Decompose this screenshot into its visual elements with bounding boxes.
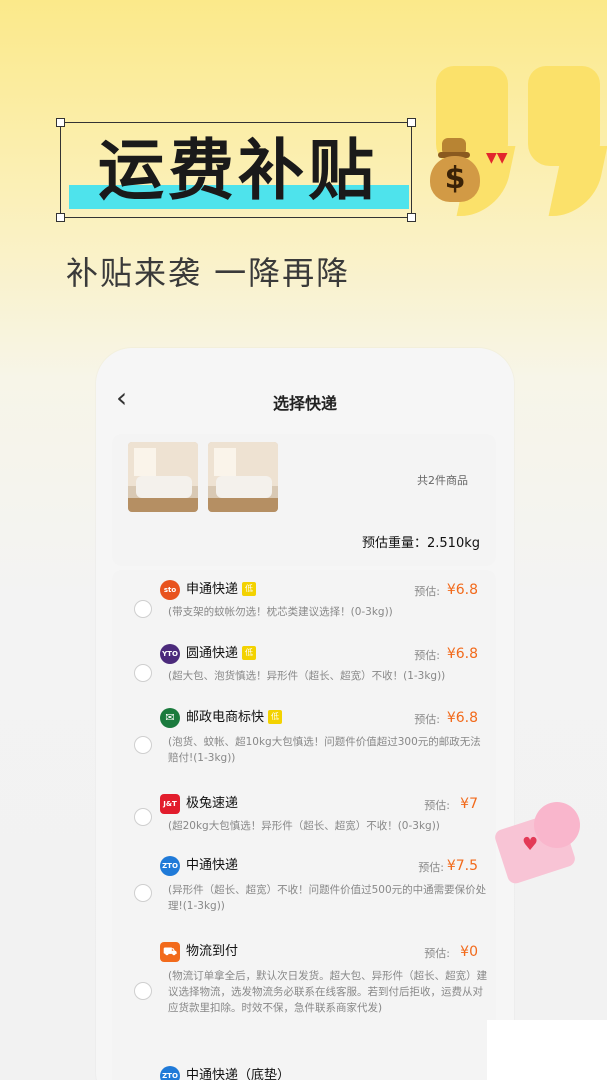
love-letter-scroll-decoration: ♥ [490,800,584,890]
estimate-label: 预估: [424,799,450,812]
carrier-price: ¥7.5 [446,858,478,874]
estimated-weight: 预估重量：2.510kg [362,536,480,551]
yto-logo-icon: YTO [160,644,180,664]
carrier-name: 物流到付 [186,944,239,959]
carrier-radio[interactable] [134,736,152,754]
quote-mark-decoration [528,66,607,216]
carrier-name: 邮政电商标快 [186,710,265,725]
carrier-radio[interactable] [134,884,152,902]
carrier-name: 中通快递（底垫） [186,1068,291,1080]
carrier-price: ¥6.8 [446,582,478,598]
zto-logo-icon: ZTO [160,1066,180,1080]
subtitle: 补贴来袭 一降再降 [66,254,351,292]
low-price-badge: 低 [242,646,257,660]
low-price-badge: 低 [268,710,283,724]
carrier-description: (超大包、泡货慎选！异形件（超长、超宽）不收！(1-3kg)) [168,670,446,682]
carrier-price: ¥0 [460,944,478,960]
carrier-radio[interactable] [134,982,152,1000]
sto-logo-icon: sto [160,580,180,600]
carrier-price: ¥7 [460,796,478,812]
goods-count: 共2件商品 [417,474,468,487]
zto-logo-icon: ZTO [160,856,180,876]
carrier-radio[interactable] [134,600,152,618]
carrier-price: ¥6.8 [446,646,478,662]
estimate-label: 预估: [414,713,440,726]
low-price-badge: 低 [242,582,257,596]
down-arrows-icon: ▼▼ [486,150,508,166]
money-bag-icon: $ [428,138,484,204]
carrier-description: (异形件（超长、超宽）不收！问题件价值过500元的中通需要保价处理!(1-3kg… [168,884,487,912]
carrier-radio[interactable] [134,664,152,682]
carrier-name: 极兔速递 [186,796,239,811]
headline-frame: 运费补贴 [56,118,416,222]
estimate-label: 预估: [424,947,450,960]
jt-logo-icon: J&T [160,794,180,814]
carrier-name: 申通快递 [186,582,239,597]
product-thumbnail[interactable] [208,442,278,512]
estimate-label: 预估: [414,585,440,598]
phone-screen: ‹ 选择快递 共2件商品 预估重量：2.510kg sto 申通快递低 预估: … [96,348,514,1080]
goods-summary: 共2件商品 预估重量：2.510kg [112,434,496,566]
truck-logo-icon: ⛟ [160,942,180,962]
carrier-description: (超20kg大包慎选！异形件（超长、超宽）不收！(0-3kg)) [168,820,440,832]
product-thumbnail[interactable] [128,442,198,512]
carrier-name: 中通快递 [186,858,239,873]
headline: 运费补贴 [98,132,378,209]
carrier-description: (物流订单拿全后，默认次日发货。超大包、异形件（超长、超宽）建议选择物流，选发物… [168,970,488,1014]
carrier-description: (带支架的蚊帐勿选！枕芯类建议选择！(0-3kg)) [168,606,393,618]
carrier-description: (泡货、蚊帐、超10kg大包慎选！问题件价值超过300元的邮政无法赔付!(1-3… [168,736,481,764]
estimate-label: 预估: [414,649,440,662]
carrier-list: sto 申通快递低 预估: ¥6.8 (带支架的蚊帐勿选！枕芯类建议选择！(0-… [112,570,496,1080]
china-post-logo-icon: ✉ [160,708,180,728]
carrier-radio[interactable] [134,808,152,826]
page-title: 选择快递 [272,394,337,413]
estimate-label: 预估: [418,861,444,874]
carrier-price: ¥6.8 [446,710,478,726]
carrier-name: 圆通快递 [186,646,239,661]
